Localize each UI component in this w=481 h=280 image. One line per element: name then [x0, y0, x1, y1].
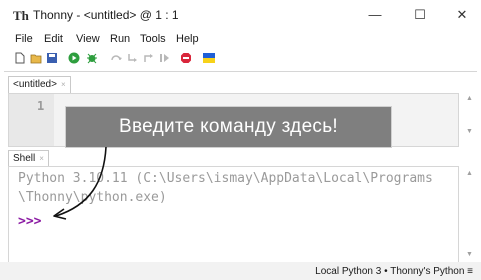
toolbar-divider — [4, 71, 477, 72]
run-icon[interactable] — [68, 52, 80, 64]
step-over-icon[interactable] — [110, 52, 122, 64]
tab-close-icon[interactable]: × — [61, 80, 66, 89]
thonny-app-icon: Th — [13, 8, 29, 23]
editor-scroll-up-icon[interactable]: ▲ — [466, 95, 473, 102]
tab-shell[interactable]: Shell × — [8, 150, 49, 167]
window-title: Thonny - <untitled> @ 1 : 1 — [33, 8, 179, 22]
title-bar: Th Thonny - <untitled> @ 1 : 1 — ☐ ✕ — [0, 0, 481, 30]
line-number-gutter: 1 — [9, 94, 54, 146]
new-file-icon[interactable] — [14, 52, 26, 64]
menu-help[interactable]: Help — [176, 32, 199, 46]
editor-tab-strip: <untitled> × — [0, 74, 481, 93]
shell-tab-strip: Shell × — [0, 148, 481, 167]
maximize-button[interactable]: ☐ — [405, 5, 435, 25]
shell-panel[interactable]: Python 3.10.11 (C:\Users\ismay\AppData\L… — [8, 166, 459, 264]
shell-output-line: \Thonny\python.exe) — [18, 190, 167, 205]
instruction-callout: Введите команду здесь! — [65, 106, 392, 148]
toolbar — [0, 49, 481, 69]
debug-icon[interactable] — [86, 52, 98, 64]
tab-shell-label: Shell — [13, 153, 36, 164]
tab-untitled-label: <untitled> — [13, 79, 57, 90]
shell-tab-close-icon[interactable]: × — [39, 154, 44, 163]
line-number: 1 — [37, 99, 45, 113]
save-icon[interactable] — [46, 52, 58, 64]
step-into-icon[interactable] — [126, 52, 138, 64]
resume-icon[interactable] — [158, 52, 170, 64]
shell-prompt[interactable]: >>> — [18, 214, 41, 229]
tab-untitled[interactable]: <untitled> × — [8, 76, 71, 93]
open-file-icon[interactable] — [30, 52, 42, 64]
status-bar: Local Python 3 • Thonny's Python ≡ — [0, 262, 481, 280]
menu-file[interactable]: File — [15, 32, 33, 46]
shell-scroll-up-icon[interactable]: ▲ — [466, 170, 473, 177]
step-out-icon[interactable] — [142, 52, 154, 64]
stop-icon[interactable] — [180, 52, 192, 64]
close-button[interactable]: ✕ — [447, 5, 477, 25]
menu-edit[interactable]: Edit — [44, 32, 63, 46]
support-ukraine-icon[interactable] — [203, 52, 215, 64]
menu-tools[interactable]: Tools — [140, 32, 166, 46]
menu-bar: File Edit View Run Tools Help — [0, 30, 481, 48]
interpreter-status[interactable]: Local Python 3 • Thonny's Python ≡ — [315, 265, 473, 278]
shell-scroll-down-icon[interactable]: ▼ — [466, 251, 473, 258]
shell-output-line: Python 3.10.11 (C:\Users\ismay\AppData\L… — [18, 171, 433, 186]
minimize-button[interactable]: — — [360, 5, 390, 25]
editor-scroll-down-icon[interactable]: ▼ — [466, 128, 473, 135]
menu-run[interactable]: Run — [110, 32, 130, 46]
menu-view[interactable]: View — [76, 32, 100, 46]
